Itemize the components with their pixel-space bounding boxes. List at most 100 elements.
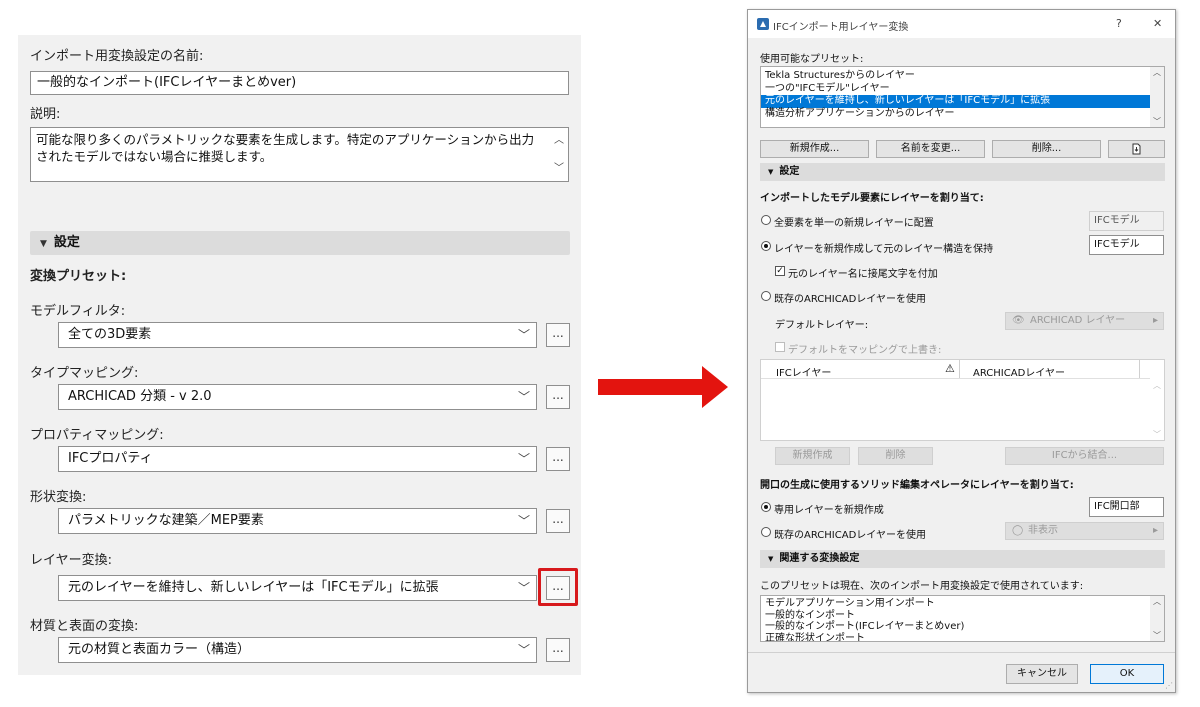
close-icon[interactable]: ✕: [1153, 17, 1162, 30]
name-field[interactable]: 一般的なインポート(IFCレイヤーまとめver): [30, 71, 569, 95]
merge-from-ifc-button[interactable]: IFCから結合...: [1005, 447, 1164, 465]
dedicated-layer-label: 専用レイヤーを新規作成: [774, 505, 884, 516]
settings-section-header[interactable]: ▼ 設定: [760, 163, 1165, 181]
property-mapping-label: プロパティマッピング:: [30, 428, 164, 443]
model-filter-select[interactable]: 全ての3D要素 ﹀: [58, 322, 537, 348]
mapping-table-header: IFCレイヤー ⚠ ARCHICADレイヤー: [761, 360, 1152, 379]
material-conversion-more-button[interactable]: ...: [546, 638, 570, 662]
chevron-down-icon: ﹀: [517, 452, 530, 466]
default-layer-select[interactable]: 👁 ARCHICAD レイヤー ▸: [1005, 312, 1164, 330]
related-item[interactable]: 一般的なインポート: [761, 610, 1164, 622]
scroll-up-icon: ︿: [1153, 381, 1161, 390]
assign-layer-title: インポートしたモデル要素にレイヤーを割り当て:: [760, 193, 984, 204]
existing-layer-2-label: 既存のARCHICADレイヤーを使用: [774, 530, 926, 541]
preset-item[interactable]: Tekla Structuresからのレイヤー: [761, 70, 1164, 83]
related-section-header[interactable]: ▼ 関連する変換設定: [760, 550, 1165, 568]
geometry-conversion-label: 形状変換:: [30, 490, 87, 505]
single-layer-label: 全要素を単一の新規レイヤーに配置: [774, 218, 934, 229]
preset-item-selected[interactable]: 元のレイヤーを維持し、新しいレイヤーは「IFCモデル」に拡張: [761, 95, 1164, 108]
settings-section-title: 設定: [53, 235, 80, 250]
radio-existing-layer-2[interactable]: [761, 527, 771, 537]
keep-structure-field[interactable]: IFCモデル: [1089, 235, 1164, 255]
dialog-titlebar: IFCインポート用レイヤー変換 ? ✕: [748, 10, 1175, 38]
single-layer-field[interactable]: IFCモデル: [1089, 211, 1164, 231]
mapping-scrollbar[interactable]: ︿ ﹀: [1150, 360, 1164, 440]
delete-preset-button[interactable]: 削除...: [992, 140, 1101, 158]
chevron-right-icon: ▸: [1152, 315, 1158, 326]
related-item[interactable]: 正確な形状インポート: [761, 633, 1164, 642]
collapse-triangle-icon: ▼: [768, 555, 774, 563]
model-filter-more-button[interactable]: ...: [546, 323, 570, 347]
red-arrow-icon: [598, 366, 728, 408]
related-item[interactable]: 一般的なインポート(IFCレイヤーまとめver): [761, 621, 1164, 633]
mapping-table[interactable]: IFCレイヤー ⚠ ARCHICADレイヤー ︿ ﹀: [760, 359, 1165, 441]
import-settings-panel: インポート用変換設定の名前: 一般的なインポート(IFCレイヤーまとめver) …: [18, 35, 581, 675]
cancel-button[interactable]: キャンセル: [1006, 664, 1078, 684]
layer-conversion-select[interactable]: 元のレイヤーを維持し、新しいレイヤーは「IFCモデル」に拡張 ﹀: [58, 575, 537, 601]
settings-section-header[interactable]: ▼ 設定: [30, 231, 570, 255]
radio-existing-layer[interactable]: [761, 291, 771, 301]
scroll-up-icon: ︿: [1153, 68, 1161, 77]
property-mapping-more-button[interactable]: ...: [546, 447, 570, 471]
highlight-box: [538, 568, 578, 606]
scroll-down-icon: ﹀: [1153, 117, 1161, 126]
description-label: 説明:: [30, 107, 61, 122]
existing-layer-label: 既存のARCHICADレイヤーを使用: [774, 294, 926, 305]
radio-keep-structure[interactable]: [761, 241, 771, 251]
material-conversion-select[interactable]: 元の材質と表面カラー（構造） ﹀: [58, 637, 537, 663]
description-text: 可能な限り多くのパラメトリックな要素を生成します。特定のアプリケーションから出力…: [36, 132, 535, 164]
export-file-icon: [1132, 143, 1141, 155]
ok-button[interactable]: OK: [1090, 664, 1164, 684]
mapping-delete-button[interactable]: 削除: [858, 447, 933, 465]
related-item[interactable]: モデルアプリケーション用インポート: [761, 598, 1164, 610]
property-mapping-select[interactable]: IFCプロパティ ﹀: [58, 446, 537, 472]
chevron-down-icon: ﹀: [517, 643, 530, 657]
preset-item[interactable]: 一つの"IFCモデル"レイヤー: [761, 83, 1164, 96]
preset-item[interactable]: 構造分析アプリケーションからのレイヤー: [761, 108, 1164, 121]
description-scrollbar[interactable]: ︿ ﹀: [553, 132, 565, 177]
hidden-eye-icon: ◯: [1012, 525, 1024, 536]
col-archicad-layer: ARCHICADレイヤー: [973, 368, 1065, 379]
type-mapping-select[interactable]: ARCHICAD 分類 - v 2.0 ﹀: [58, 384, 537, 410]
name-label: インポート用変換設定の名前:: [30, 49, 204, 64]
model-filter-label: モデルフィルタ:: [30, 304, 126, 319]
keep-structure-label: レイヤーを新規作成して元のレイヤー構造を保持: [774, 244, 994, 255]
collapse-triangle-icon: ▼: [768, 168, 774, 176]
description-field[interactable]: 可能な限り多くのパラメトリックな要素を生成します。特定のアプリケーションから出力…: [30, 127, 569, 182]
related-list[interactable]: モデルアプリケーション用インポート 一般的なインポート 一般的なインポート(IF…: [760, 595, 1165, 642]
type-mapping-more-button[interactable]: ...: [546, 385, 570, 409]
chevron-down-icon: ﹀: [517, 581, 530, 595]
archicad-app-icon: [757, 18, 769, 30]
related-scrollbar[interactable]: ︿ ﹀: [1150, 596, 1164, 641]
scroll-down-icon: ﹀: [1153, 430, 1161, 439]
override-label: デフォルトをマッピングで上書き:: [788, 345, 942, 356]
chevron-down-icon: ﹀: [517, 390, 530, 404]
geometry-conversion-more-button[interactable]: ...: [546, 509, 570, 533]
radio-dedicated-layer[interactable]: [761, 502, 771, 512]
scroll-down-icon[interactable]: ﹀: [554, 160, 564, 177]
chevron-down-icon: ﹀: [517, 328, 530, 342]
presets-scrollbar[interactable]: ︿ ﹀: [1150, 67, 1164, 127]
export-preset-button[interactable]: [1108, 140, 1165, 158]
geometry-conversion-select[interactable]: パラメトリックな建築／MEP要素 ﹀: [58, 508, 537, 534]
chevron-right-icon: ▸: [1152, 525, 1158, 536]
presets-list[interactable]: Tekla Structuresからのレイヤー 一つの"IFCモデル"レイヤー …: [760, 66, 1165, 128]
dedicated-layer-field[interactable]: IFC開口部: [1089, 497, 1164, 517]
type-mapping-label: タイプマッピング:: [30, 366, 139, 381]
suffix-label: 元のレイヤー名に接尾文字を付加: [788, 269, 938, 280]
presets-label: 使用可能なプリセット:: [760, 54, 864, 65]
help-icon[interactable]: ?: [1116, 17, 1122, 30]
opening-layer-title: 開口の生成に使用するソリッド編集オペレータにレイヤーを割り当て:: [760, 480, 1074, 491]
new-preset-button[interactable]: 新規作成...: [760, 140, 869, 158]
suffix-checkbox[interactable]: ✓: [775, 266, 785, 276]
scroll-up-icon: ︿: [1153, 597, 1161, 606]
radio-single-layer[interactable]: [761, 215, 771, 225]
dialog-title: IFCインポート用レイヤー変換: [773, 22, 909, 33]
scroll-up-icon[interactable]: ︿: [554, 132, 564, 149]
hidden-layer-select[interactable]: ◯ 非表示 ▸: [1005, 522, 1164, 540]
rename-preset-button[interactable]: 名前を変更...: [876, 140, 985, 158]
resize-grip-icon[interactable]: ⋰: [1165, 681, 1173, 690]
scroll-down-icon: ﹀: [1153, 631, 1161, 640]
override-checkbox[interactable]: [775, 342, 785, 352]
mapping-new-button[interactable]: 新規作成: [775, 447, 850, 465]
